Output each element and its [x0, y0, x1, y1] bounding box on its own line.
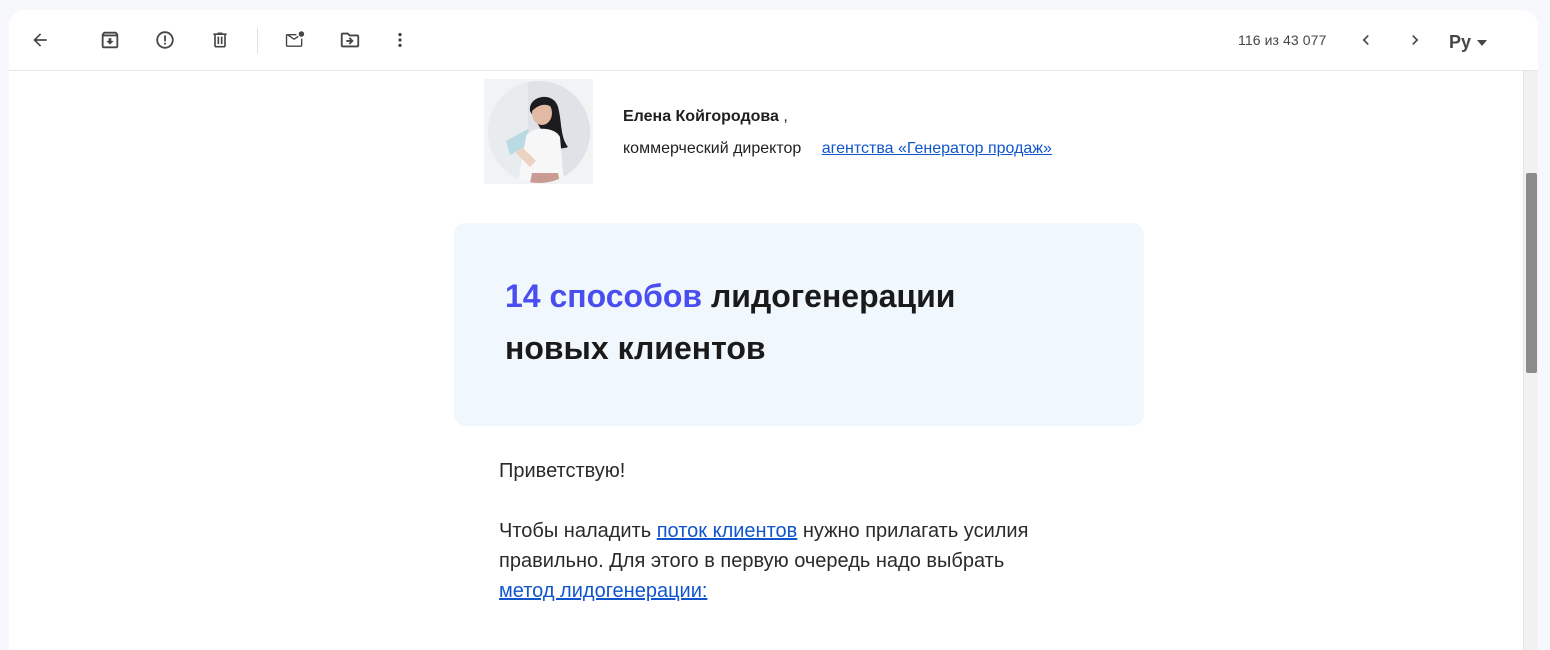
- more-actions-button[interactable]: [384, 24, 416, 56]
- trash-icon: [210, 30, 230, 50]
- client-flow-link[interactable]: поток клиентов: [657, 520, 798, 542]
- email-scrollbar[interactable]: [1523, 71, 1538, 650]
- sender-name: Елена Койгородова: [623, 108, 779, 125]
- sender-role-row: коммерческий директор агентства «Генерат…: [623, 140, 1052, 158]
- chevron-right-icon: [1405, 30, 1425, 50]
- message-counter: 116 из 43 077: [1238, 32, 1327, 48]
- newer-message-button[interactable]: [1350, 24, 1382, 56]
- scrollbar-thumb[interactable]: [1526, 173, 1537, 373]
- input-language-selector[interactable]: Ру: [1449, 30, 1488, 54]
- banner-title-accent: 14 способов: [505, 278, 703, 314]
- toolbar-divider: [257, 28, 258, 54]
- body-paragraph: Чтобы наладить поток клиентов нужно прил…: [499, 516, 1059, 606]
- lead-generation-method-link[interactable]: метод лидогенерации:: [499, 580, 707, 602]
- banner-title: 14 способов лидогенерации новых клиентов: [505, 270, 1065, 374]
- chevron-left-icon: [1356, 30, 1376, 50]
- promo-banner: 14 способов лидогенерации новых клиентов: [454, 223, 1144, 426]
- sender-role: коммерческий директор: [623, 140, 802, 157]
- avatar: [488, 81, 590, 183]
- more-vert-icon: [390, 30, 410, 50]
- sender-photo: [484, 79, 593, 184]
- older-message-button[interactable]: [1399, 24, 1431, 56]
- move-to-folder-icon: [339, 29, 361, 51]
- archive-icon: [99, 29, 121, 51]
- mark-unread-button[interactable]: [279, 24, 311, 56]
- sender-name-suffix: ,: [783, 108, 788, 125]
- arrow-back-icon: [30, 30, 50, 50]
- move-to-button[interactable]: [334, 24, 366, 56]
- language-label: Ру: [1449, 31, 1472, 52]
- report-spam-icon: [154, 29, 176, 51]
- archive-button[interactable]: [94, 24, 126, 56]
- sender-name-row: Елена Койгородова ,: [623, 108, 788, 126]
- email-body: Елена Койгородова , коммерческий директо…: [9, 71, 1523, 650]
- delete-button[interactable]: [204, 24, 236, 56]
- back-button[interactable]: [24, 24, 56, 56]
- mark-unread-icon: [284, 29, 306, 51]
- caret-down-icon: [1477, 33, 1488, 51]
- report-spam-button[interactable]: [149, 24, 181, 56]
- greeting: Приветствую!: [499, 460, 626, 482]
- email-toolbar: 116 из 43 077 Ру: [9, 10, 1538, 71]
- agency-link[interactable]: агентства «Генератор продаж»: [822, 140, 1052, 157]
- paragraph-text: Чтобы наладить: [499, 520, 657, 542]
- email-window: 116 из 43 077 Ру Елена Койгородова , ком…: [9, 10, 1538, 650]
